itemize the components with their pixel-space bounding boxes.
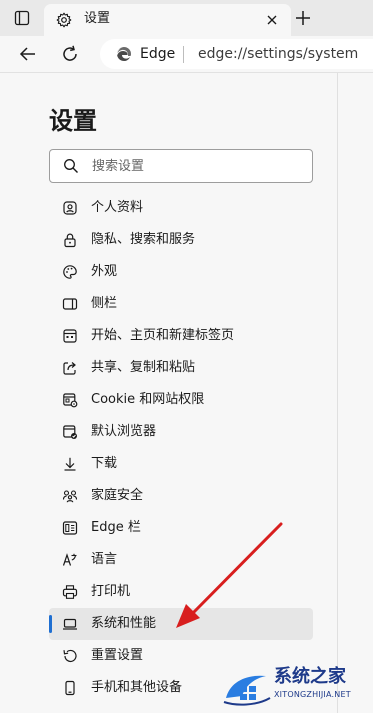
- menu-label: Edge 栏: [91, 520, 141, 535]
- content-divider: [337, 73, 338, 713]
- tab-settings[interactable]: 设置: [44, 4, 291, 36]
- sidebar-item-privacy[interactable]: 隐私、搜索和服务: [49, 224, 313, 256]
- sidebar-item-family[interactable]: 家庭安全: [49, 480, 313, 512]
- new-tab-icon[interactable]: [294, 9, 312, 27]
- watermark-name: 系统之家: [274, 666, 346, 687]
- share-icon: [63, 362, 76, 375]
- sidebar-item-default-browser[interactable]: 默认浏览器: [49, 416, 313, 448]
- tab-title: 设置: [84, 11, 111, 26]
- address-url[interactable]: edge://settings/system: [198, 45, 358, 63]
- palette-icon: [63, 265, 77, 279]
- menu-label: 侧栏: [91, 296, 118, 311]
- menu-label: 共享、复制和粘贴: [91, 360, 196, 375]
- settings-page: 设置 个人资料 隐私、搜索和服务: [0, 73, 373, 713]
- reset-icon: [63, 649, 77, 662]
- close-icon[interactable]: [264, 12, 280, 28]
- sidebar-item-edge-bar[interactable]: Edge 栏: [49, 512, 313, 544]
- watermark-domain: XITONGZHIJIA.NET: [274, 690, 351, 699]
- page-title: 设置: [49, 107, 97, 135]
- navigation-bar: Edge edge://settings/system: [0, 36, 373, 73]
- menu-label: 重置设置: [91, 648, 144, 663]
- menu-label: 语言: [91, 552, 118, 567]
- gear-icon: [56, 12, 72, 28]
- sidebar-item-downloads[interactable]: 下载: [49, 448, 313, 480]
- menu-label: 默认浏览器: [91, 424, 157, 439]
- search-box[interactable]: [49, 149, 313, 183]
- search-input[interactable]: [92, 155, 302, 177]
- tab-bar: 设置: [0, 0, 373, 36]
- menu-label: Cookie 和网站权限: [91, 392, 205, 407]
- family-icon: [62, 490, 78, 503]
- lock-icon: [64, 233, 76, 248]
- address-bar[interactable]: Edge edge://settings/system: [100, 39, 373, 69]
- laptop-icon: [63, 618, 77, 630]
- printer-icon: [62, 585, 78, 599]
- language-icon: [62, 553, 77, 566]
- menu-label: 手机和其他设备: [91, 680, 183, 695]
- address-divider: [183, 46, 184, 63]
- search-icon: [64, 159, 78, 173]
- phone-icon: [65, 680, 75, 696]
- sidebar-item-appearance[interactable]: 外观: [49, 256, 313, 288]
- watermark-logo-icon: [223, 675, 271, 706]
- menu-label: 外观: [91, 264, 118, 279]
- menu-label: 开始、主页和新建标签页: [91, 328, 235, 343]
- sidebar-item-share[interactable]: 共享、复制和粘贴: [49, 352, 313, 384]
- profile-icon: [63, 201, 77, 215]
- menu-label: 家庭安全: [91, 488, 144, 503]
- menu-label: 打印机: [91, 584, 131, 599]
- sidebar-item-system[interactable]: 系统和性能: [49, 608, 313, 640]
- menu-label: 系统和性能: [91, 616, 157, 631]
- default-browser-icon: [63, 425, 77, 439]
- download-icon: [64, 457, 76, 471]
- menu-label: 个人资料: [91, 200, 144, 215]
- edge-bar-icon: [62, 521, 78, 535]
- menu-label: 隐私、搜索和服务: [91, 232, 196, 247]
- sidebar-item-printers[interactable]: 打印机: [49, 576, 313, 608]
- edge-logo-icon: [117, 47, 131, 61]
- address-brand: Edge: [140, 46, 176, 62]
- home-grid-icon: [63, 329, 77, 343]
- menu-label: 下载: [91, 456, 118, 471]
- settings-menu: 个人资料 隐私、搜索和服务 外观 侧栏 开始、主页和新建标签页 共享、复制和粘贴…: [49, 192, 313, 704]
- sidebar-item-languages[interactable]: 语言: [49, 544, 313, 576]
- sidebar-item-sidebar[interactable]: 侧栏: [49, 288, 313, 320]
- sidebar-item-profiles[interactable]: 个人资料: [49, 192, 313, 224]
- sidebar-item-start-home[interactable]: 开始、主页和新建标签页: [49, 320, 313, 352]
- back-icon[interactable]: [18, 44, 38, 64]
- refresh-icon[interactable]: [60, 44, 80, 64]
- tab-actions-icon[interactable]: [14, 10, 30, 26]
- site-permissions-icon: [63, 393, 78, 408]
- sidebar-item-cookies[interactable]: Cookie 和网站权限: [49, 384, 313, 416]
- sidebar-icon: [62, 298, 78, 310]
- watermark: 系统之家 XITONGZHIJIA.NET: [222, 664, 372, 710]
